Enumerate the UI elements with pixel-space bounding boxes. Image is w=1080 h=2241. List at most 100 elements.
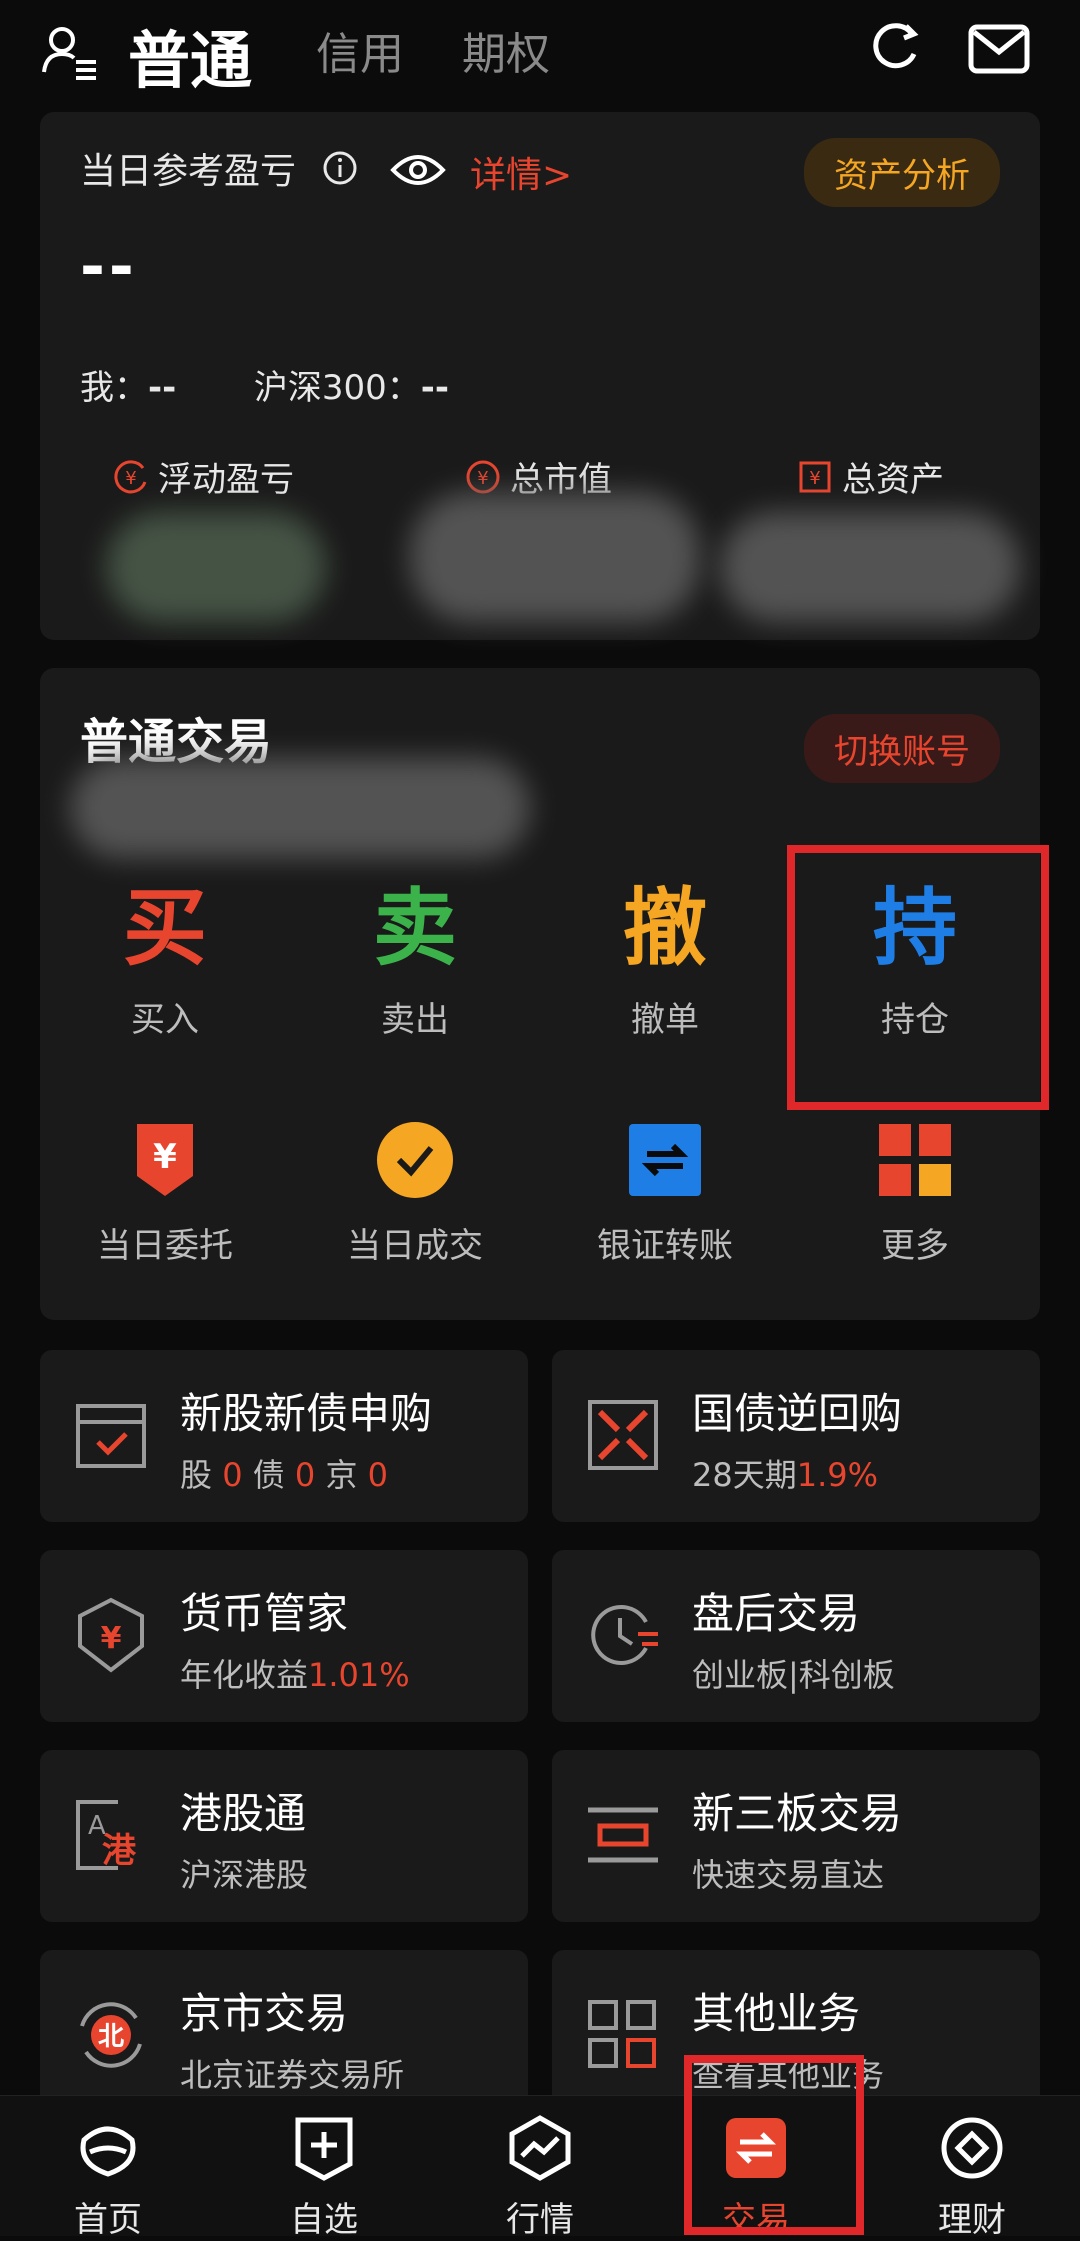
ipo-subscribe-tile[interactable]: 新股新债申购 股 0 债 0 京 0 [40,1350,528,1522]
neeq-sub: 快速交易直达 [692,1856,885,1894]
market-value-icon: ¥ [466,460,500,493]
user-menu-icon[interactable] [40,22,100,82]
money-yield-label: 年化收益 [180,1656,309,1694]
positions-highlight-box [787,845,1049,1110]
nav-market-label: 行情 [506,2200,574,2240]
nav-market[interactable]: 行情 [470,2114,610,2241]
today-orders-button[interactable]: ¥ 当日委托 [40,1120,290,1267]
after-hours-title: 盘后交易 [692,1589,861,1638]
sell-button[interactable]: 卖 卖出 [290,878,540,1041]
other-title: 其他业务 [692,1989,861,2038]
neeq-title: 新三板交易 [692,1789,903,1838]
more-button[interactable]: 更多 [790,1120,1040,1267]
calendar-check-icon [76,1404,146,1468]
asset-analysis-button[interactable]: 资产分析 [804,138,1000,207]
pnl-card: 当日参考盈亏 详情> 资产分析 -- 我：-- 沪深300：-- ¥ 浮动盈亏 … [40,112,1040,640]
ipo-bj-count: 0 [367,1456,388,1494]
grid-icon [879,1124,951,1196]
repo-term: 28天期 [692,1456,797,1494]
refresh-icon[interactable] [870,20,922,72]
mine-value: -- [148,368,177,408]
today-deals-label: 当日成交 [347,1226,483,1266]
top-bar: 普通 信用 期权 [0,0,1080,105]
cancel-order-button[interactable]: 撤 撤单 [540,878,790,1041]
ipo-bj-label: 京 [325,1456,358,1494]
nav-watchlist[interactable]: 自选 [254,2114,394,2241]
mine-label: 我： [80,368,148,408]
wealth-compass-icon [941,2117,1003,2179]
info-icon[interactable] [322,150,358,186]
trade-tab-highlight-box [684,2055,864,2235]
svg-text:¥: ¥ [477,468,488,489]
total-assets-stat[interactable]: ¥ 总资产 [796,452,944,501]
floating-pnl-redacted [106,512,326,622]
nav-home-label: 首页 [74,2200,142,2240]
ipo-stock-count: 0 [222,1456,243,1494]
account-redacted [70,758,530,858]
today-deals-button[interactable]: 当日成交 [290,1120,540,1267]
ipo-bond-count: 0 [294,1456,316,1494]
nav-watchlist-label: 自选 [290,2200,358,2240]
shield-yuan-icon: ¥ [78,1597,144,1673]
repo-rate: 1.9% [796,1456,879,1494]
repo-title: 国债逆回购 [692,1389,903,1438]
money-sub: 年化收益1.01% [180,1650,410,1696]
tab-options[interactable]: 期权 [462,18,550,82]
apps-icon [588,2000,656,2068]
bank-transfer-button[interactable]: 银证转账 [540,1120,790,1267]
more-label: 更多 [881,1226,949,1266]
transfer-icon [629,1124,701,1196]
add-bookmark-icon [295,2117,353,2181]
svg-text:¥: ¥ [809,468,820,489]
total-assets-label: 总资产 [842,460,944,500]
detail-link[interactable]: 详情> [470,146,572,198]
market-value-redacted [410,492,700,622]
nav-home[interactable]: 首页 [38,2114,178,2241]
cancel-label: 撤单 [631,1000,699,1040]
nav-wealth-label: 理财 [938,2200,1006,2240]
today-orders-icon: ¥ [137,1124,193,1196]
floating-pnl-icon: ¥ [114,459,147,493]
money-yield: 1.01% [308,1656,410,1694]
tab-normal[interactable]: 普通 [128,10,252,100]
index-value: -- [420,368,449,408]
bj-market-icon: 北 [80,2002,142,2068]
floating-pnl-label: 浮动盈亏 [158,460,294,500]
pnl-value: -- [80,232,138,302]
svg-text:¥: ¥ [153,1137,177,1177]
total-assets-icon: ¥ [799,461,831,492]
ipo-sub: 股 0 债 0 京 0 [180,1450,388,1496]
svg-text:¥: ¥ [101,1621,122,1656]
after-hours-tile[interactable]: 盘后交易 创业板|科创板 [552,1550,1040,1722]
today-orders-label: 当日委托 [97,1226,233,1266]
mail-icon[interactable] [968,24,1030,74]
money-manager-tile[interactable]: ¥ 货币管家 年化收益1.01% [40,1550,528,1722]
home-mascot-icon [80,2126,136,2177]
cancel-glyph: 撤 [622,879,707,977]
market-chart-icon [509,2115,571,2181]
hk-sub: 沪深港股 [180,1856,309,1894]
sell-glyph: 卖 [372,879,457,977]
bank-transfer-label: 银证转账 [597,1226,733,1266]
pnl-title: 当日参考盈亏 [80,151,297,192]
reverse-repo-tile[interactable]: 国债逆回购 28天期1.9% [552,1350,1040,1522]
hk-connect-tile[interactable]: A 港 港股通 沪深港股 [40,1750,528,1922]
check-circle-icon [377,1122,453,1198]
total-assets-redacted [720,512,1020,622]
neeq-tile[interactable]: 新三板交易 快速交易直达 [552,1750,1040,1922]
tab-credit[interactable]: 信用 [316,18,404,82]
repo-icon [588,1400,658,1470]
eye-icon[interactable] [390,150,446,190]
svg-text:¥: ¥ [125,468,136,489]
bj-icon-text: 北 [98,2022,124,2052]
buy-button[interactable]: 买 买入 [40,878,290,1041]
nav-wealth[interactable]: 理财 [902,2114,1042,2241]
money-title: 货币管家 [180,1589,349,1638]
after-hours-sub: 创业板|科创板 [692,1656,895,1694]
hk-icon-text: 港 [102,1831,137,1871]
bottom-nav: 首页 自选 行情 交易 理财 [0,2095,1080,2240]
floating-pnl-stat[interactable]: ¥ 浮动盈亏 [112,452,294,501]
switch-account-button[interactable]: 切换账号 [804,714,1000,783]
repo-sub: 28天期1.9% [692,1450,878,1496]
sell-label: 卖出 [381,1000,449,1040]
